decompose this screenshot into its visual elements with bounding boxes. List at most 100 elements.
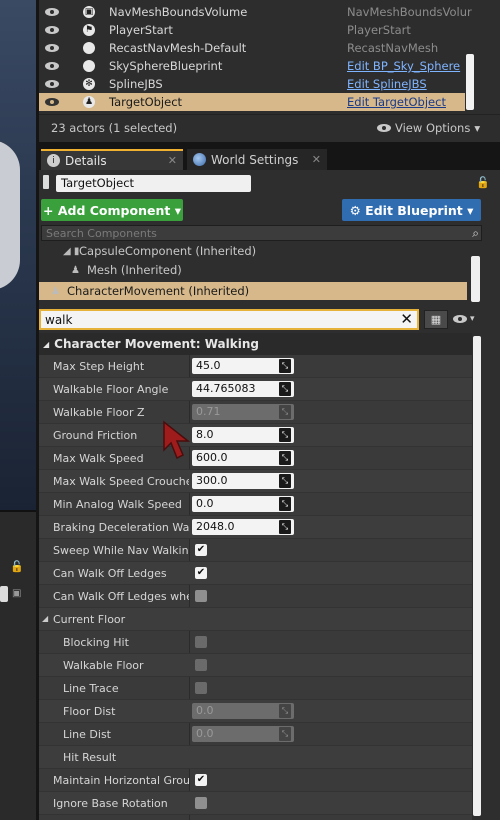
edit-blueprint-button[interactable]: ⚙ Edit Blueprint ▾ [342,199,481,221]
number-field[interactable]: 8.0 ⤡ [192,427,294,443]
outliner-scrollbar[interactable] [466,54,474,110]
view-options-button[interactable]: View Options ▾ [377,121,480,135]
property-row[interactable]: Blocking Hit [39,631,472,654]
info-icon: i [47,154,60,167]
tab-details[interactable]: i Details ✕ [41,149,183,170]
outliner-row[interactable]: ♟ TargetObject Edit TargetObject [39,93,465,111]
outliner-row[interactable]: ▣ NavMeshBoundsVolume NavMeshBoundsVolur [39,3,472,21]
drag-arrow-icon: ⤡ [279,428,291,442]
drag-arrow-icon: ⤡ [279,520,291,534]
visibility-eye-icon[interactable] [45,8,59,16]
outliner-row[interactable]: SkySphereBlueprint Edit BP_Sky_Sphere [39,57,465,75]
sphere-icon [83,42,95,54]
property-label: Current Floor [53,613,126,626]
outliner-row[interactable]: ✻ SplineJBS Edit SplineJBS [39,75,465,93]
checkbox[interactable]: ✔ [195,774,207,786]
component-row[interactable]: ◢ ▮ CapsuleComponent (Inherited) [39,242,467,260]
property-matrix-button[interactable]: ▦ [424,310,448,329]
visibility-eye-icon[interactable] [45,44,59,52]
lock-icon[interactable]: 🔓 [476,176,490,189]
outliner-row[interactable]: ⚑ PlayerStart PlayerStart [39,21,465,39]
property-row[interactable]: Hit Result [39,746,472,769]
category-header[interactable]: ◢ Character Movement: Walking [39,333,472,355]
actor-type: PlayerStart [347,23,411,37]
property-row[interactable]: Line Trace [39,677,472,700]
tab-bar: i Details ✕ World Settings ✕ [39,142,500,170]
property-row[interactable]: Walkable Floor [39,654,472,677]
checkbox[interactable]: ✔ [195,544,207,556]
component-label: CharacterMovement (Inherited) [67,284,250,298]
component-tree-scrollbar[interactable] [471,256,480,302]
checkbox[interactable] [195,590,207,602]
details-panel: TargetObject 🔓 + Add Component ▾ ⚙ Edit … [39,170,500,820]
component-row[interactable]: ♟ CharacterMovement (Inherited) [39,282,467,300]
checkbox[interactable]: ✔ [195,567,207,579]
left-field[interactable] [0,586,8,602]
edit-link[interactable]: Edit SplineJBS [347,77,427,91]
grid-icon: ▦ [430,313,442,326]
visibility-eye-icon[interactable] [45,62,59,70]
tab-world-settings-label: World Settings [211,152,299,167]
property-row[interactable]: Maintain Horizontal Ground ✔ [39,769,472,792]
clear-filter-icon[interactable]: ✕ [400,310,413,328]
details-view-options-button[interactable]: ▾ [453,314,475,324]
number-value: 0.71 [196,405,221,418]
outliner-status-bar: 23 actors (1 selected) View Options ▾ [39,114,500,140]
property-row[interactable]: Min Analog Walk Speed 0.0 ⤡ [39,493,472,516]
component-row[interactable]: ♟ Mesh (Inherited) [39,261,467,279]
number-field[interactable]: 0.0 ⤡ [192,496,294,512]
visibility-eye-icon[interactable] [45,80,59,88]
chevron-down-icon: ▾ [170,202,181,218]
property-row[interactable]: Max Walk Speed Crouched 300.0 ⤡ [39,470,472,493]
close-icon[interactable]: ✕ [168,154,177,167]
property-filter-input[interactable] [45,312,385,327]
property-scrollbar[interactable] [473,336,481,816]
number-field: 0.71 ⤡ [192,404,294,420]
property-list: ◢ Character Movement: Walking Max Step He… [39,333,472,820]
property-row[interactable]: Floor Dist 0.0 ⤡ [39,700,472,723]
number-field: 0.0 ⤡ [192,726,294,742]
outliner-row[interactable]: RecastNavMesh-Default RecastNavMesh [39,39,465,57]
number-field[interactable]: 45.0 ⤡ [192,358,294,374]
edit-link[interactable]: Edit BP_Sky_Sphere [347,59,460,73]
sphere-icon [83,60,95,72]
number-field[interactable]: 44.765083 ⤡ [192,381,294,397]
property-row[interactable]: Max Walk Speed 600.0 ⤡ [39,447,472,470]
property-row[interactable]: Walkable Floor Angle 44.765083 ⤡ [39,378,472,401]
group-header[interactable]: ◢ Current Floor [39,608,472,631]
close-icon[interactable]: ✕ [312,153,321,166]
property-label: Max Step Height [53,360,145,373]
movement-icon: ♟ [51,285,60,297]
edit-blueprint-label: Edit Blueprint [365,202,463,218]
add-component-button[interactable]: + Add Component ▾ [41,199,183,221]
property-row[interactable]: Can Walk Off Ledges when C [39,585,472,608]
property-row[interactable]: Max Step Height 45.0 ⤡ [39,355,472,378]
world-outliner: ▣ NavMeshBoundsVolume NavMeshBoundsVolur ⚑ P… [39,0,500,142]
property-label: Blocking Hit [63,636,129,649]
property-row[interactable]: Sweep While Nav Walking ✔ [39,539,472,562]
blueprint-icon: ⚙ [349,202,366,218]
visibility-eye-icon[interactable] [45,26,59,34]
property-row[interactable]: Line Dist 0.0 ⤡ [39,723,472,746]
edit-link[interactable]: Edit TargetObject [347,95,446,109]
eye-icon [377,123,391,132]
tab-world-settings[interactable]: World Settings ✕ [187,149,327,170]
checkbox[interactable] [195,797,207,809]
number-field[interactable]: 2048.0 ⤡ [192,519,294,535]
property-row[interactable]: Walkable Floor Z 0.71 ⤡ [39,401,472,424]
property-row[interactable]: Ground Friction 8.0 ⤡ [39,424,472,447]
actor-label: SkySphereBlueprint [109,59,223,73]
number-field[interactable]: 600.0 ⤡ [192,450,294,466]
property-row[interactable]: Can Walk Off Ledges ✔ [39,562,472,585]
visibility-eye-icon[interactable] [45,98,59,106]
level-viewport[interactable] [0,0,36,510]
property-row[interactable]: Braking Deceleration Walkin 2048.0 ⤡ [39,516,472,539]
component-search-input[interactable] [42,226,462,240]
property-row[interactable]: Ignore Base Rotation [39,792,472,815]
actor-name-field[interactable]: TargetObject [56,175,251,192]
search-icon[interactable]: ⌕ [472,226,479,241]
save-icon[interactable]: ▣ [12,588,21,599]
lock-icon[interactable]: 🔓 [10,560,24,573]
number-field[interactable]: 300.0 ⤡ [192,473,294,489]
component-button-row: + Add Component ▾ ⚙ Edit Blueprint ▾ [39,197,500,223]
